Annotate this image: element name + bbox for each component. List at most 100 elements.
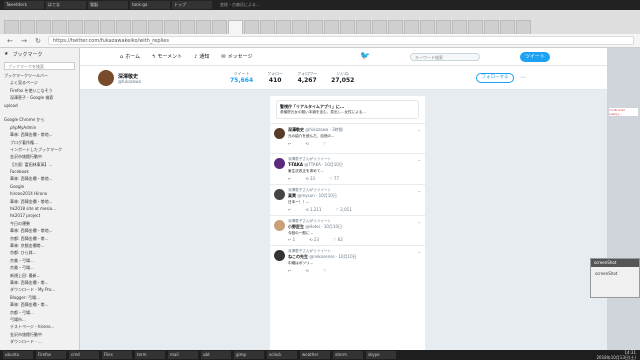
like-icon[interactable]: ♡ xyxy=(323,268,327,273)
browser-tab[interactable] xyxy=(4,20,19,34)
url-input[interactable]: https://twitter.com/fukazawakeiko/with_r… xyxy=(48,36,634,45)
twitter-search-input[interactable]: キーワード検索 xyxy=(410,53,480,61)
browser-tab[interactable] xyxy=(388,20,403,34)
bookmark-item[interactable]: テストページ - hirono... xyxy=(0,323,79,330)
browser-tab[interactable] xyxy=(196,20,211,34)
bookmark-item[interactable]: Firefox を使いこなそう xyxy=(0,87,79,94)
taskbar-item[interactable]: ubt xyxy=(201,351,231,359)
browser-tab[interactable] xyxy=(212,20,227,34)
tweet-avatar[interactable] xyxy=(274,158,285,169)
tweet-avatar[interactable] xyxy=(274,128,285,139)
browser-tab[interactable] xyxy=(484,20,499,34)
browser-tab[interactable] xyxy=(244,20,259,34)
bookmark-item[interactable]: 【大阪: 富田林東高】... xyxy=(0,161,79,168)
taskbar-item[interactable]: weather xyxy=(300,351,330,359)
follow-button[interactable]: フォローする xyxy=(476,73,514,83)
bookmark-folder[interactable]: ブックマークツールバー xyxy=(0,72,79,79)
tweet-author[interactable]: ねこの先生 @nekosense · 10月10日 xyxy=(288,254,421,260)
tweet[interactable]: 深澤恵子さんがリツイート 真実 @mysun · 10月10日 日本ー！！... ↩ ⟲… xyxy=(270,183,425,215)
bookmark-item[interactable]: hk2018 site at mesia... xyxy=(0,205,79,212)
twitter-bird-icon[interactable]: 🐦 xyxy=(360,51,370,60)
os-tab[interactable]: Tweetdeck xyxy=(4,1,44,9)
tweet-author[interactable]: T-TAKA @TTAKA · 10月10日 xyxy=(288,162,421,168)
retweet-icon[interactable]: ⟲ 33 xyxy=(305,176,315,181)
like-icon[interactable]: ♡ 62 xyxy=(333,237,343,242)
stat-likes[interactable]: いいね 27,052 xyxy=(331,71,354,84)
bookmark-item[interactable]: Facebook xyxy=(0,168,79,175)
taskbar-item[interactable]: term xyxy=(135,351,165,359)
browser-tab[interactable] xyxy=(292,20,307,34)
reply-icon[interactable]: ↩ xyxy=(288,141,291,146)
bookmark-item[interactable]: phpMyAdmin xyxy=(0,124,79,131)
chevron-down-icon[interactable]: ⌄ xyxy=(418,219,421,224)
tweet[interactable]: 深澤敬史 @fukazawa · 3時間 元の紹介を読んだ。自然の... ↩ ⟲ ♡ ⌄ xyxy=(270,123,425,153)
bookmark-folder[interactable]: upload xyxy=(0,102,79,109)
screenshot-popup[interactable]: screenShot screenShot xyxy=(590,258,640,298)
bookmark-item[interactable]: 京都: ひら鉢... xyxy=(0,249,79,256)
stat-followers[interactable]: フォロワー 4,267 xyxy=(297,71,317,84)
bookmark-item[interactable]: 今日の運勢 xyxy=(0,220,79,227)
browser-tab[interactable] xyxy=(84,20,99,34)
nav-home[interactable]: ⌂ ホーム xyxy=(120,53,140,61)
browser-tab[interactable] xyxy=(468,20,483,34)
clock[interactable]: 14:31 2018年10月13日(土) xyxy=(597,350,636,360)
bookmark-item[interactable]: 金沢市旅館行動中 xyxy=(0,331,79,338)
tweet-avatar[interactable] xyxy=(274,250,285,262)
stat-tweets[interactable]: ツイート 75,664 xyxy=(230,71,253,84)
chevron-down-icon[interactable]: ⌄ xyxy=(418,157,421,162)
bookmark-item[interactable]: hirono2014 Hirono xyxy=(0,190,79,197)
browser-tab[interactable] xyxy=(516,20,531,34)
tweet-author[interactable]: 小野匠生 @Hotei · 10月10日 xyxy=(288,224,421,230)
bookmark-item[interactable] xyxy=(0,109,79,116)
browser-tab[interactable] xyxy=(164,20,179,34)
bookmark-search-input[interactable]: ブックマークを検索 xyxy=(4,62,75,70)
bookmark-item[interactable]: ダウンロード - My Pro... xyxy=(0,286,79,293)
taskbar-item[interactable]: xterm xyxy=(333,351,363,359)
taskbar-item[interactable]: gimp xyxy=(234,351,264,359)
chevron-down-icon[interactable]: ⌄ xyxy=(418,188,421,193)
tweet-avatar[interactable] xyxy=(274,219,285,231)
browser-tab[interactable] xyxy=(356,20,371,34)
bookmark-item[interactable]: 華林: 京都金襴帯... xyxy=(0,242,79,249)
browser-tab[interactable] xyxy=(132,20,147,34)
bookmark-item[interactable]: 深澤恵子 - Google 検索 xyxy=(0,94,79,101)
bookmark-item[interactable]: 華林: 西陣金襴・帯地... xyxy=(0,227,79,234)
browser-tab[interactable] xyxy=(452,20,467,34)
nav-notifications[interactable]: ♪ 通知 xyxy=(194,53,209,61)
nav-messages[interactable]: ✉ メッセージ xyxy=(221,53,252,61)
tweet[interactable]: 深澤恵子さんがリツイート ねこの先生 @nekosense · 10月10日 中継は… xyxy=(270,245,425,276)
reply-icon[interactable]: ↩ 1 xyxy=(288,237,295,242)
retweet-icon[interactable]: ⟲ xyxy=(305,268,308,273)
bookmark-item[interactable]: Blogger: 弓場... xyxy=(0,294,79,301)
tweet-button[interactable]: ツイート xyxy=(520,52,550,62)
reply-icon[interactable]: ↩ xyxy=(288,268,291,273)
bookmark-folder[interactable]: Google Chrome から xyxy=(0,116,79,123)
browser-tab[interactable] xyxy=(308,20,323,34)
bookmark-item[interactable]: ブログ著作権... xyxy=(0,139,79,146)
tweet-avatar[interactable] xyxy=(274,188,285,200)
browser-tab[interactable] xyxy=(148,20,163,34)
bookmark-item[interactable]: 華林: 西陣金襴・帯地... xyxy=(0,131,79,138)
browser-tab[interactable] xyxy=(436,20,451,34)
bookmark-item[interactable]: 京都: 西陣金襴・帯... xyxy=(0,235,79,242)
reply-icon[interactable]: ↩ xyxy=(288,176,291,181)
browser-tab[interactable] xyxy=(36,20,51,34)
taskbar-item[interactable]: xclock xyxy=(267,351,297,359)
avatar[interactable] xyxy=(98,70,114,86)
chevron-down-icon[interactable]: ⌄ xyxy=(418,127,421,132)
retweet-icon[interactable]: ⟲ 1,211 xyxy=(305,207,321,212)
taskbar-item[interactable]: Files xyxy=(102,351,132,359)
bookmark-item[interactable]: 京美・弓場... xyxy=(0,264,79,271)
bookmark-item[interactable]: よく見るページ xyxy=(0,79,79,86)
like-icon[interactable]: ♡ xyxy=(323,141,327,146)
reload-button[interactable]: ↻ xyxy=(34,37,42,45)
bookmark-item[interactable]: 京都・弓場... xyxy=(0,309,79,316)
browser-tab[interactable] xyxy=(500,20,515,34)
bookmark-item[interactable]: Google xyxy=(0,183,79,190)
forward-button[interactable]: → xyxy=(20,37,28,45)
browser-tab[interactable] xyxy=(404,20,419,34)
browser-tab[interactable] xyxy=(116,20,131,34)
back-button[interactable]: ← xyxy=(6,37,14,45)
tweet-author[interactable]: 深澤敬史 @fukazawa · 3時間 xyxy=(288,127,421,133)
os-tab[interactable]: 電脳 xyxy=(88,1,128,9)
